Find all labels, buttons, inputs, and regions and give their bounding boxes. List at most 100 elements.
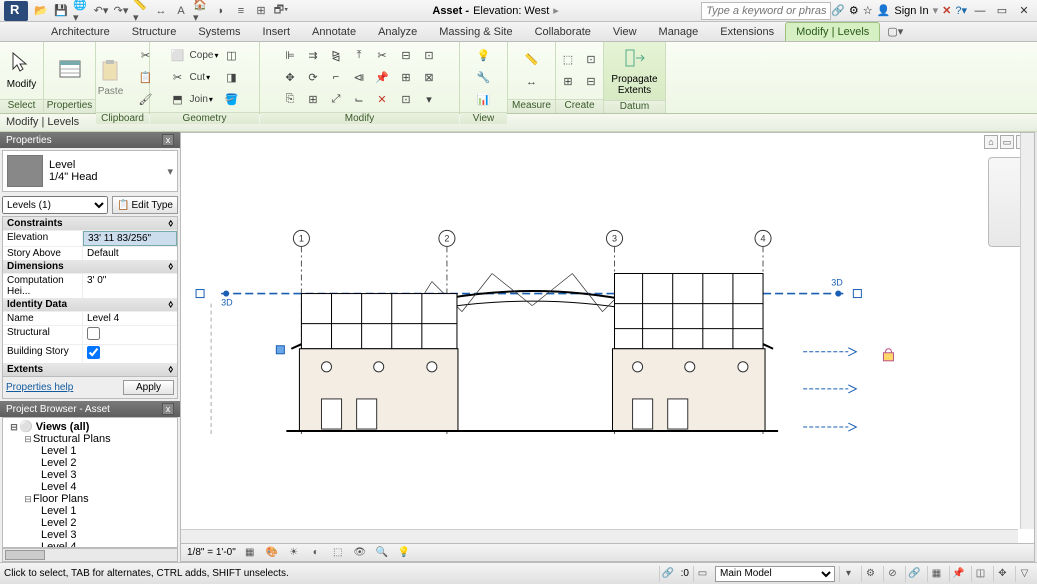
tree-floor-plans[interactable]: ⊟Floor Plans [5,493,175,505]
browser-close-icon[interactable]: x [162,403,174,415]
sign-in-link[interactable]: Sign In [894,5,928,17]
tab-view[interactable]: View [602,22,648,41]
hide-icon[interactable]: 💡 [473,44,495,66]
redo-icon[interactable]: ↷▾ [112,2,130,20]
switch-windows-icon[interactable]: 🗗▾ [272,2,290,20]
edit-type-button[interactable]: 📋 Edit Type [112,196,178,214]
properties-close-icon[interactable]: x [162,134,174,146]
mirror-axis-icon[interactable]: ⧎ [325,44,347,66]
apply-button[interactable]: Apply [123,380,174,395]
measure-dist-icon[interactable]: 📏 [521,49,543,71]
create-similar-icon[interactable]: ⬚ [557,49,579,71]
unpin-icon[interactable]: 📌 [371,66,393,88]
thin-lines-icon[interactable]: ≡ [232,2,250,20]
close-views-icon[interactable]: ⊞ [252,2,270,20]
tab-insert[interactable]: Insert [252,22,302,41]
move-icon[interactable]: ✥ [279,66,301,88]
favorite-icon[interactable]: ☆ [863,4,873,17]
trim-icon[interactable]: ⌐ [325,66,347,88]
tab-modify-levels[interactable]: Modify | Levels [785,22,880,41]
select-links-icon[interactable]: 🔗 [905,566,923,582]
editable-only-icon[interactable]: ▭ [693,566,711,582]
assembly-icon[interactable]: ⊞ [557,71,579,93]
modify-button[interactable]: Modify [0,49,44,92]
browser-header[interactable]: Project Browser - Asset x [0,401,180,417]
measure-icon[interactable]: 📏▾ [132,2,150,20]
selection-filter-icon[interactable]: ▽ [1015,566,1033,582]
split-icon[interactable]: ✂ [371,44,393,66]
open-icon[interactable]: 📂 [32,2,50,20]
shadows-icon[interactable]: ◐ [308,546,324,560]
section-icon[interactable]: ◗ [212,2,230,20]
structural-checkbox[interactable] [83,326,177,344]
view-vscrollbar[interactable] [1020,133,1034,529]
exclude-icon[interactable]: ⊘ [883,566,901,582]
sync-icon[interactable]: 🌐▾ [72,2,90,20]
view-template-icon[interactable]: 📊 [473,88,495,110]
tab-massing[interactable]: Massing & Site [428,22,523,41]
tree-item[interactable]: Level 1 [5,505,175,517]
reveal-icon[interactable]: 💡 [396,546,412,560]
group-identity[interactable]: Identity Data⬨ [3,298,177,311]
corner-trim-icon[interactable]: ⌙ [348,88,370,110]
3d-icon[interactable]: 🏠▾ [192,2,210,20]
cope-icon[interactable]: ⬜ [167,44,189,66]
tree-item[interactable]: Level 4 [5,481,175,493]
close-button[interactable]: ✕ [1015,3,1033,19]
group-constraints[interactable]: Constraints⬨ [3,217,177,230]
crop-icon[interactable]: ⬚ [330,546,346,560]
story-above-field[interactable]: Default [83,247,177,260]
dimension-icon[interactable]: ↔ [152,2,170,20]
help-icon[interactable]: ?▾ [955,4,967,17]
group-dimensions[interactable]: Dimensions⬨ [3,260,177,273]
copy-mod-icon[interactable]: ⎘ [279,88,301,110]
instance-selector[interactable]: Levels (1) [2,196,108,214]
array-icon[interactable]: ⊞ [302,88,324,110]
propagate-extents-button[interactable]: Propagate Extents [613,44,657,98]
align-grid2-icon[interactable]: ⊡ [418,44,440,66]
tree-item[interactable]: Level 4 [5,541,175,548]
align-grid3-icon[interactable]: ⊞ [395,66,417,88]
align-grid4-icon[interactable]: ⊠ [418,66,440,88]
cut-geom-icon[interactable]: ✂ [167,66,189,88]
tree-structural-plans[interactable]: ⊟Structural Plans [5,433,175,445]
delete-icon[interactable]: ✕ [371,88,393,110]
search-input[interactable] [701,2,831,20]
workset-icon[interactable]: 🔗 [659,566,677,582]
tree-item[interactable]: Level 2 [5,457,175,469]
main-model-selector[interactable]: Main Model [715,566,835,582]
tab-manage[interactable]: Manage [648,22,710,41]
properties-help-link[interactable]: Properties help [6,382,73,393]
align-grid6-icon[interactable]: ▾ [418,88,440,110]
minimize-button[interactable]: — [971,3,989,19]
tab-extensions[interactable]: Extensions [709,22,785,41]
override-icon[interactable]: 🔧 [473,66,495,88]
extend-icon[interactable]: ⤒ [348,44,370,66]
split-face-icon[interactable]: ◨ [220,66,242,88]
tree-item[interactable]: Level 1 [5,445,175,457]
user-icon[interactable]: 👤 [877,4,891,17]
text-icon[interactable]: A [172,2,190,20]
tab-collaborate[interactable]: Collaborate [524,22,602,41]
detail-level-icon[interactable]: ▦ [242,546,258,560]
elevation-field[interactable]: 33' 11 83/256" [83,231,177,246]
parts-icon[interactable]: ⊟ [580,71,602,93]
rotate-icon[interactable]: ⟳ [302,66,324,88]
restore-button[interactable]: ▭ [993,3,1011,19]
sun-path-icon[interactable]: ☀ [286,546,302,560]
comm-center-icon[interactable]: 🔗 [831,4,845,17]
browser-hscrollbar[interactable] [2,548,178,562]
select-face-icon[interactable]: ◫ [971,566,989,582]
tree-item[interactable]: Level 2 [5,517,175,529]
exchange-icon[interactable]: ✕ [942,4,951,17]
offset-icon[interactable]: ⇉ [302,44,324,66]
tree-item[interactable]: Level 3 [5,469,175,481]
paste-button[interactable]: Paste [89,56,133,99]
join-icon[interactable]: ⬒ [167,88,189,110]
filter-icon[interactable]: ▾ [839,566,857,582]
save-icon[interactable]: 💾 [52,2,70,20]
properties-header[interactable]: Properties x [0,132,180,148]
name-field[interactable]: Level 4 [83,312,177,325]
visual-style-icon[interactable]: 🎨 [264,546,280,560]
browser-tree[interactable]: ⊟⚪ Views (all) ⊟Structural Plans Level 1… [2,417,178,548]
